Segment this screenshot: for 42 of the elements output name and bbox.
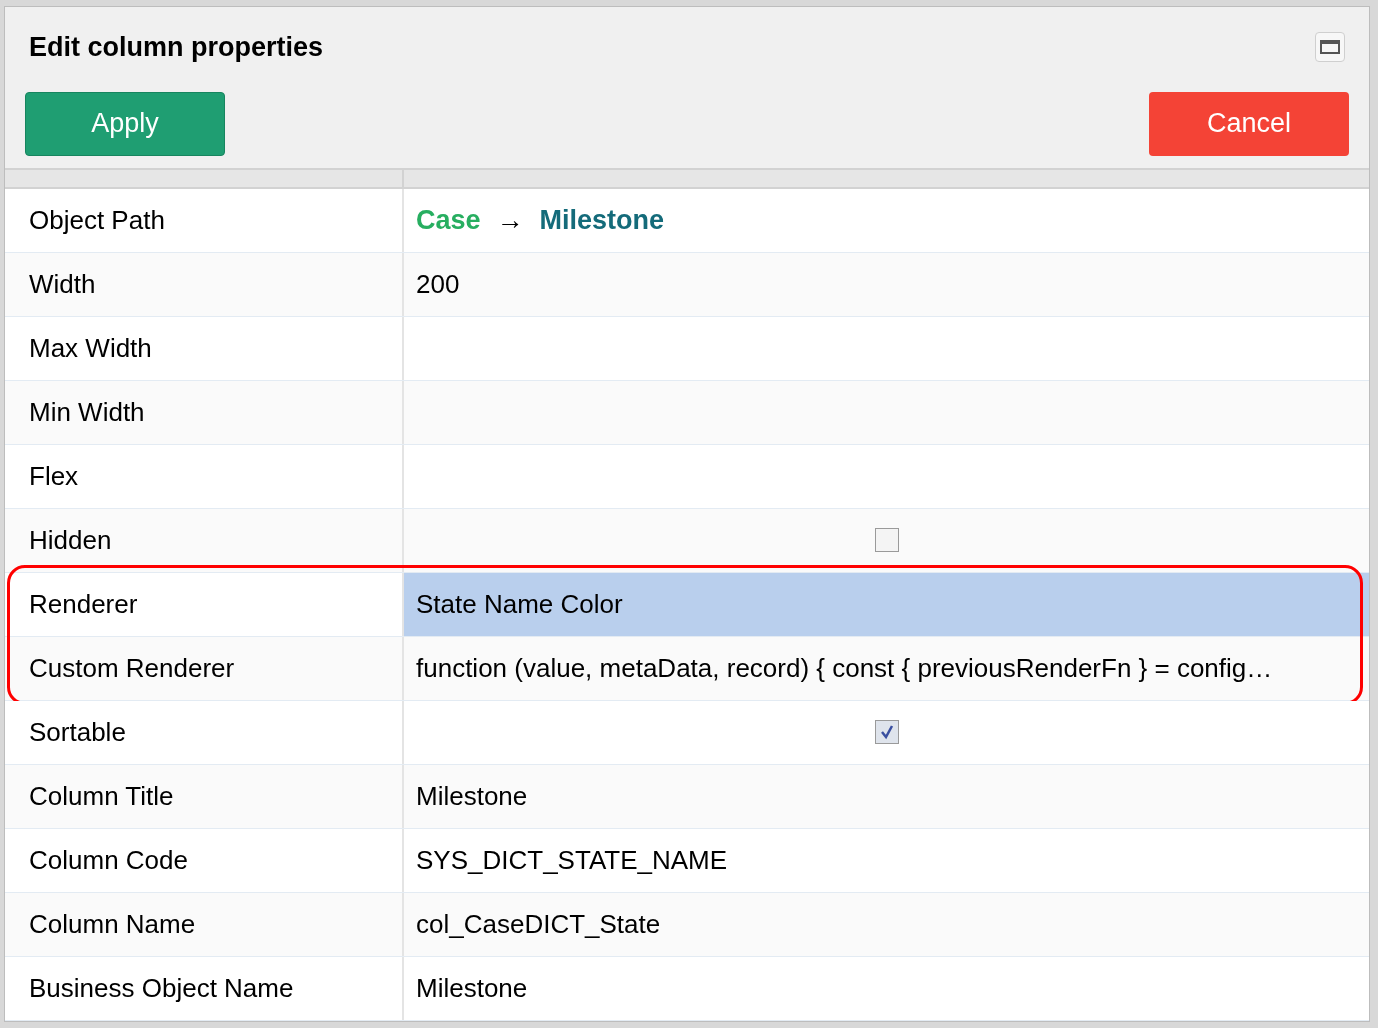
property-label: Min Width: [29, 395, 145, 429]
property-label: Column Code: [29, 843, 188, 877]
property-value: Milestone: [415, 971, 528, 1005]
property-label: Max Width: [29, 331, 152, 365]
path-label: Milestone: [539, 203, 665, 237]
cancel-button[interactable]: Cancel: [1149, 91, 1349, 156]
path-label: Case: [416, 203, 481, 237]
property-row[interactable]: Min Width: [5, 380, 1369, 445]
property-label: Sortable: [29, 715, 126, 749]
property-row[interactable]: Business Object Name Milestone: [5, 956, 1369, 1021]
property-row[interactable]: Hidden: [5, 508, 1369, 573]
property-label: Object Path: [29, 203, 165, 237]
property-value: Milestone: [415, 779, 528, 813]
property-value: State Name Color: [415, 587, 623, 621]
property-label: Renderer: [29, 587, 138, 621]
property-value: col_CaseDICT_State: [415, 907, 661, 941]
property-row[interactable]: Max Width: [5, 316, 1369, 381]
property-row[interactable]: Renderer State Name Color: [5, 572, 1369, 637]
property-row[interactable]: Column Title Milestone: [5, 764, 1369, 829]
checkbox[interactable]: [874, 528, 899, 552]
property-label: Width: [29, 267, 96, 301]
property-label: Flex: [29, 459, 79, 493]
property-row[interactable]: Flex: [5, 444, 1369, 509]
property-row[interactable]: Width 200: [5, 252, 1369, 317]
property-row[interactable]: Custom Renderer function (value, metaData, record) { const { previousRenderFn } = config…: [5, 636, 1369, 701]
maximize-icon[interactable]: [1315, 32, 1345, 63]
property-row[interactable]: Column Name col_CaseDICT_State: [5, 892, 1369, 957]
property-value: 200: [415, 267, 460, 301]
property-value: SYS_DICT_STATE_NAME: [415, 843, 728, 877]
property-label: Column Name: [29, 907, 196, 941]
checkmark-icon: [878, 724, 895, 740]
property-label: Column Title: [29, 779, 174, 813]
checkbox[interactable]: [874, 720, 899, 744]
property-label: Business Object Name: [29, 971, 294, 1005]
property-row[interactable]: Column Code SYS_DICT_STATE_NAME: [5, 828, 1369, 893]
property-row[interactable]: Object Path Case → Milestone: [5, 188, 1369, 253]
property-value: function (value, metaData, record) { const { previousRenderFn } = config…: [415, 651, 1273, 685]
arrow-icon: →: [496, 199, 524, 241]
dialog-title: Edit column properties: [29, 31, 324, 64]
property-label: Hidden: [29, 523, 112, 557]
property-row[interactable]: Sortable: [5, 700, 1369, 765]
property-label: Custom Renderer: [29, 651, 235, 685]
